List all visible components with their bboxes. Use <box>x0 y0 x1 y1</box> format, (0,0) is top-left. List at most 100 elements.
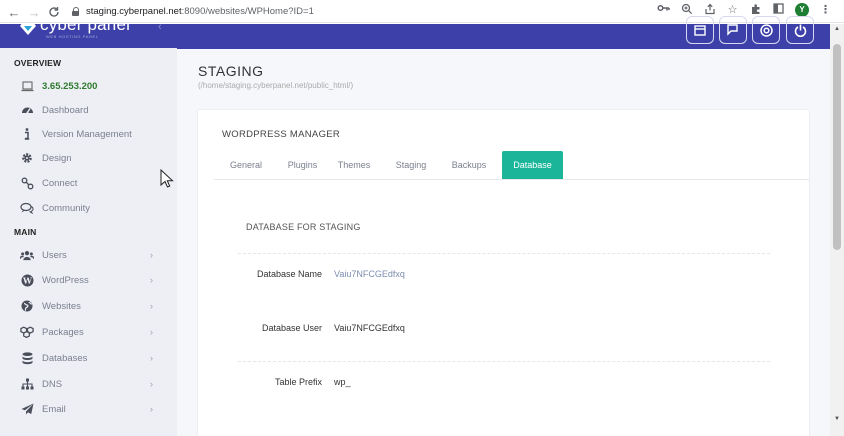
back-arrow-icon[interactable]: ← <box>6 4 22 20</box>
page-path: (/home/staging.cyberpanel.net/public_htm… <box>198 81 354 90</box>
chevron-right-icon: › <box>150 404 153 414</box>
sidebar-item-label: Packages <box>42 326 84 338</box>
link-icon <box>20 176 34 190</box>
laptop-icon <box>20 79 34 93</box>
tab-staging[interactable]: Staging <box>385 151 437 179</box>
sidebar-item-email[interactable]: Email › <box>20 400 160 418</box>
sidebar-item-connect[interactable]: Connect <box>20 174 160 192</box>
sidebar-item-databases[interactable]: Databases › <box>20 349 160 367</box>
sidebar-item-label: DNS <box>42 378 63 390</box>
sidebar-item-server-ip[interactable]: 3.65.253.200 <box>20 77 160 95</box>
side-panel-icon[interactable] <box>772 3 785 17</box>
divider <box>238 253 770 254</box>
share-icon[interactable] <box>703 3 716 17</box>
sidebar-item-wordpress[interactable]: W WordPress › <box>20 271 160 289</box>
support-button[interactable] <box>752 16 780 44</box>
sidebar-item-label: Connect <box>42 177 78 189</box>
power-icon <box>794 24 806 37</box>
page-scrollbar[interactable]: ▲ ▼ <box>830 24 844 436</box>
chevron-right-icon: › <box>150 353 153 363</box>
top-header-bar <box>177 16 830 49</box>
sidebar-item-label: Design <box>42 152 72 164</box>
browser-toolbar: ← → staging.cyberpanel.net:8090/websites… <box>0 0 844 23</box>
svg-text:W: W <box>22 275 33 285</box>
calendar-icon <box>694 25 706 36</box>
paper-plane-icon <box>20 402 34 416</box>
scrollbar-thumb[interactable] <box>833 44 841 250</box>
lock-icon <box>72 7 80 16</box>
wordpress-icon: W <box>20 273 34 287</box>
logo-tagline: WEB HOSTING PANEL <box>46 34 99 39</box>
database-user-value: Vaiu7NFCGEdfxq <box>334 323 405 333</box>
sitemap-icon <box>20 377 34 391</box>
chat-button[interactable] <box>719 16 747 44</box>
section-title-overview: OVERVIEW <box>14 58 62 68</box>
main-content: STAGING (/home/staging.cyberpanel.net/pu… <box>177 49 830 436</box>
chevron-right-icon: › <box>150 275 153 285</box>
chevron-right-icon: › <box>150 301 153 311</box>
users-icon <box>20 248 34 262</box>
cubes-icon <box>20 325 34 339</box>
table-prefix-value: wp_ <box>334 377 351 387</box>
sidebar-item-label: Email <box>42 403 66 415</box>
mouse-pointer-icon <box>160 169 174 188</box>
key-icon[interactable] <box>657 3 670 17</box>
address-bar[interactable]: staging.cyberpanel.net:8090/websites/WPH… <box>72 4 314 19</box>
logo-icon <box>20 24 36 35</box>
scroll-down-arrow-icon[interactable]: ▼ <box>833 414 841 424</box>
table-prefix-label: Table Prefix <box>274 377 322 387</box>
database-icon <box>20 351 34 365</box>
more-menu-icon[interactable]: ⋮ <box>819 3 832 17</box>
sidebar-item-label: Dashboard <box>42 104 89 116</box>
chevron-right-icon: › <box>150 327 153 337</box>
logo-bar[interactable]: cyber panel WEB HOSTING PANEL ‹ <box>0 24 177 48</box>
sidebar-item-label: WordPress <box>42 274 89 286</box>
tab-general[interactable]: General <box>214 151 278 179</box>
tab-backups[interactable]: Backups <box>442 151 496 179</box>
tab-database[interactable]: Database <box>502 151 563 179</box>
sidebar-item-dashboard[interactable]: Dashboard <box>20 101 160 119</box>
collapse-sidebar-icon[interactable]: ‹ <box>158 24 162 33</box>
scroll-up-arrow-icon[interactable]: ▲ <box>833 24 841 34</box>
tab-plugins[interactable]: Plugins <box>278 151 327 179</box>
dashboard-icon <box>20 103 34 117</box>
zoom-icon[interactable] <box>680 3 693 17</box>
lifebuoy-icon <box>759 23 773 37</box>
extensions-icon[interactable] <box>749 3 762 17</box>
sidebar-item-label: 3.65.253.200 <box>42 80 98 92</box>
reload-icon[interactable] <box>46 4 62 20</box>
chevron-right-icon: › <box>150 379 153 389</box>
profile-avatar[interactable]: Y <box>795 3 809 17</box>
forward-arrow-icon[interactable]: → <box>26 4 42 20</box>
bookmark-star-icon[interactable]: ☆ <box>726 3 739 17</box>
sidebar-item-label: Websites <box>42 300 81 312</box>
calendar-button[interactable] <box>686 16 714 44</box>
gear-icon <box>20 151 34 165</box>
sidebar-item-users[interactable]: Users › <box>20 246 160 264</box>
power-button[interactable] <box>786 16 814 44</box>
wordpress-manager-card: WORDPRESS MANAGER General Plugins Themes… <box>197 109 810 436</box>
sidebar-item-community[interactable]: Community <box>20 199 160 217</box>
sidebar-item-websites[interactable]: Websites › <box>20 297 160 315</box>
chat-icon <box>726 24 738 36</box>
tab-themes[interactable]: Themes <box>329 151 379 179</box>
sidebar-item-dns[interactable]: DNS › <box>20 375 160 393</box>
sidebar-item-label: Databases <box>42 352 88 364</box>
url-host: staging.cyberpanel.net <box>86 6 182 17</box>
section-title-main: MAIN <box>14 227 37 237</box>
wordpress-manager-title: WORDPRESS MANAGER <box>222 129 341 140</box>
page-title: STAGING <box>198 63 264 79</box>
sidebar-item-packages[interactable]: Packages › <box>20 323 160 341</box>
sidebar-item-version-management[interactable]: Version Management <box>20 125 160 143</box>
sidebar-item-design[interactable]: Design <box>20 149 160 167</box>
url-path: :8090/websites/WPHome?ID=1 <box>181 6 314 17</box>
database-section-title: DATABASE FOR STAGING <box>246 222 361 232</box>
database-user-label: Database User <box>261 323 322 333</box>
info-icon <box>20 127 34 141</box>
globe-icon <box>20 299 34 313</box>
sidebar-item-label: Community <box>42 202 91 214</box>
sidebar-item-label: Users <box>42 249 67 261</box>
sidebar: cyber panel WEB HOSTING PANEL ‹ OVERVIEW… <box>0 24 177 436</box>
divider <box>238 361 770 362</box>
sidebar-item-label: Version Management <box>42 128 132 140</box>
